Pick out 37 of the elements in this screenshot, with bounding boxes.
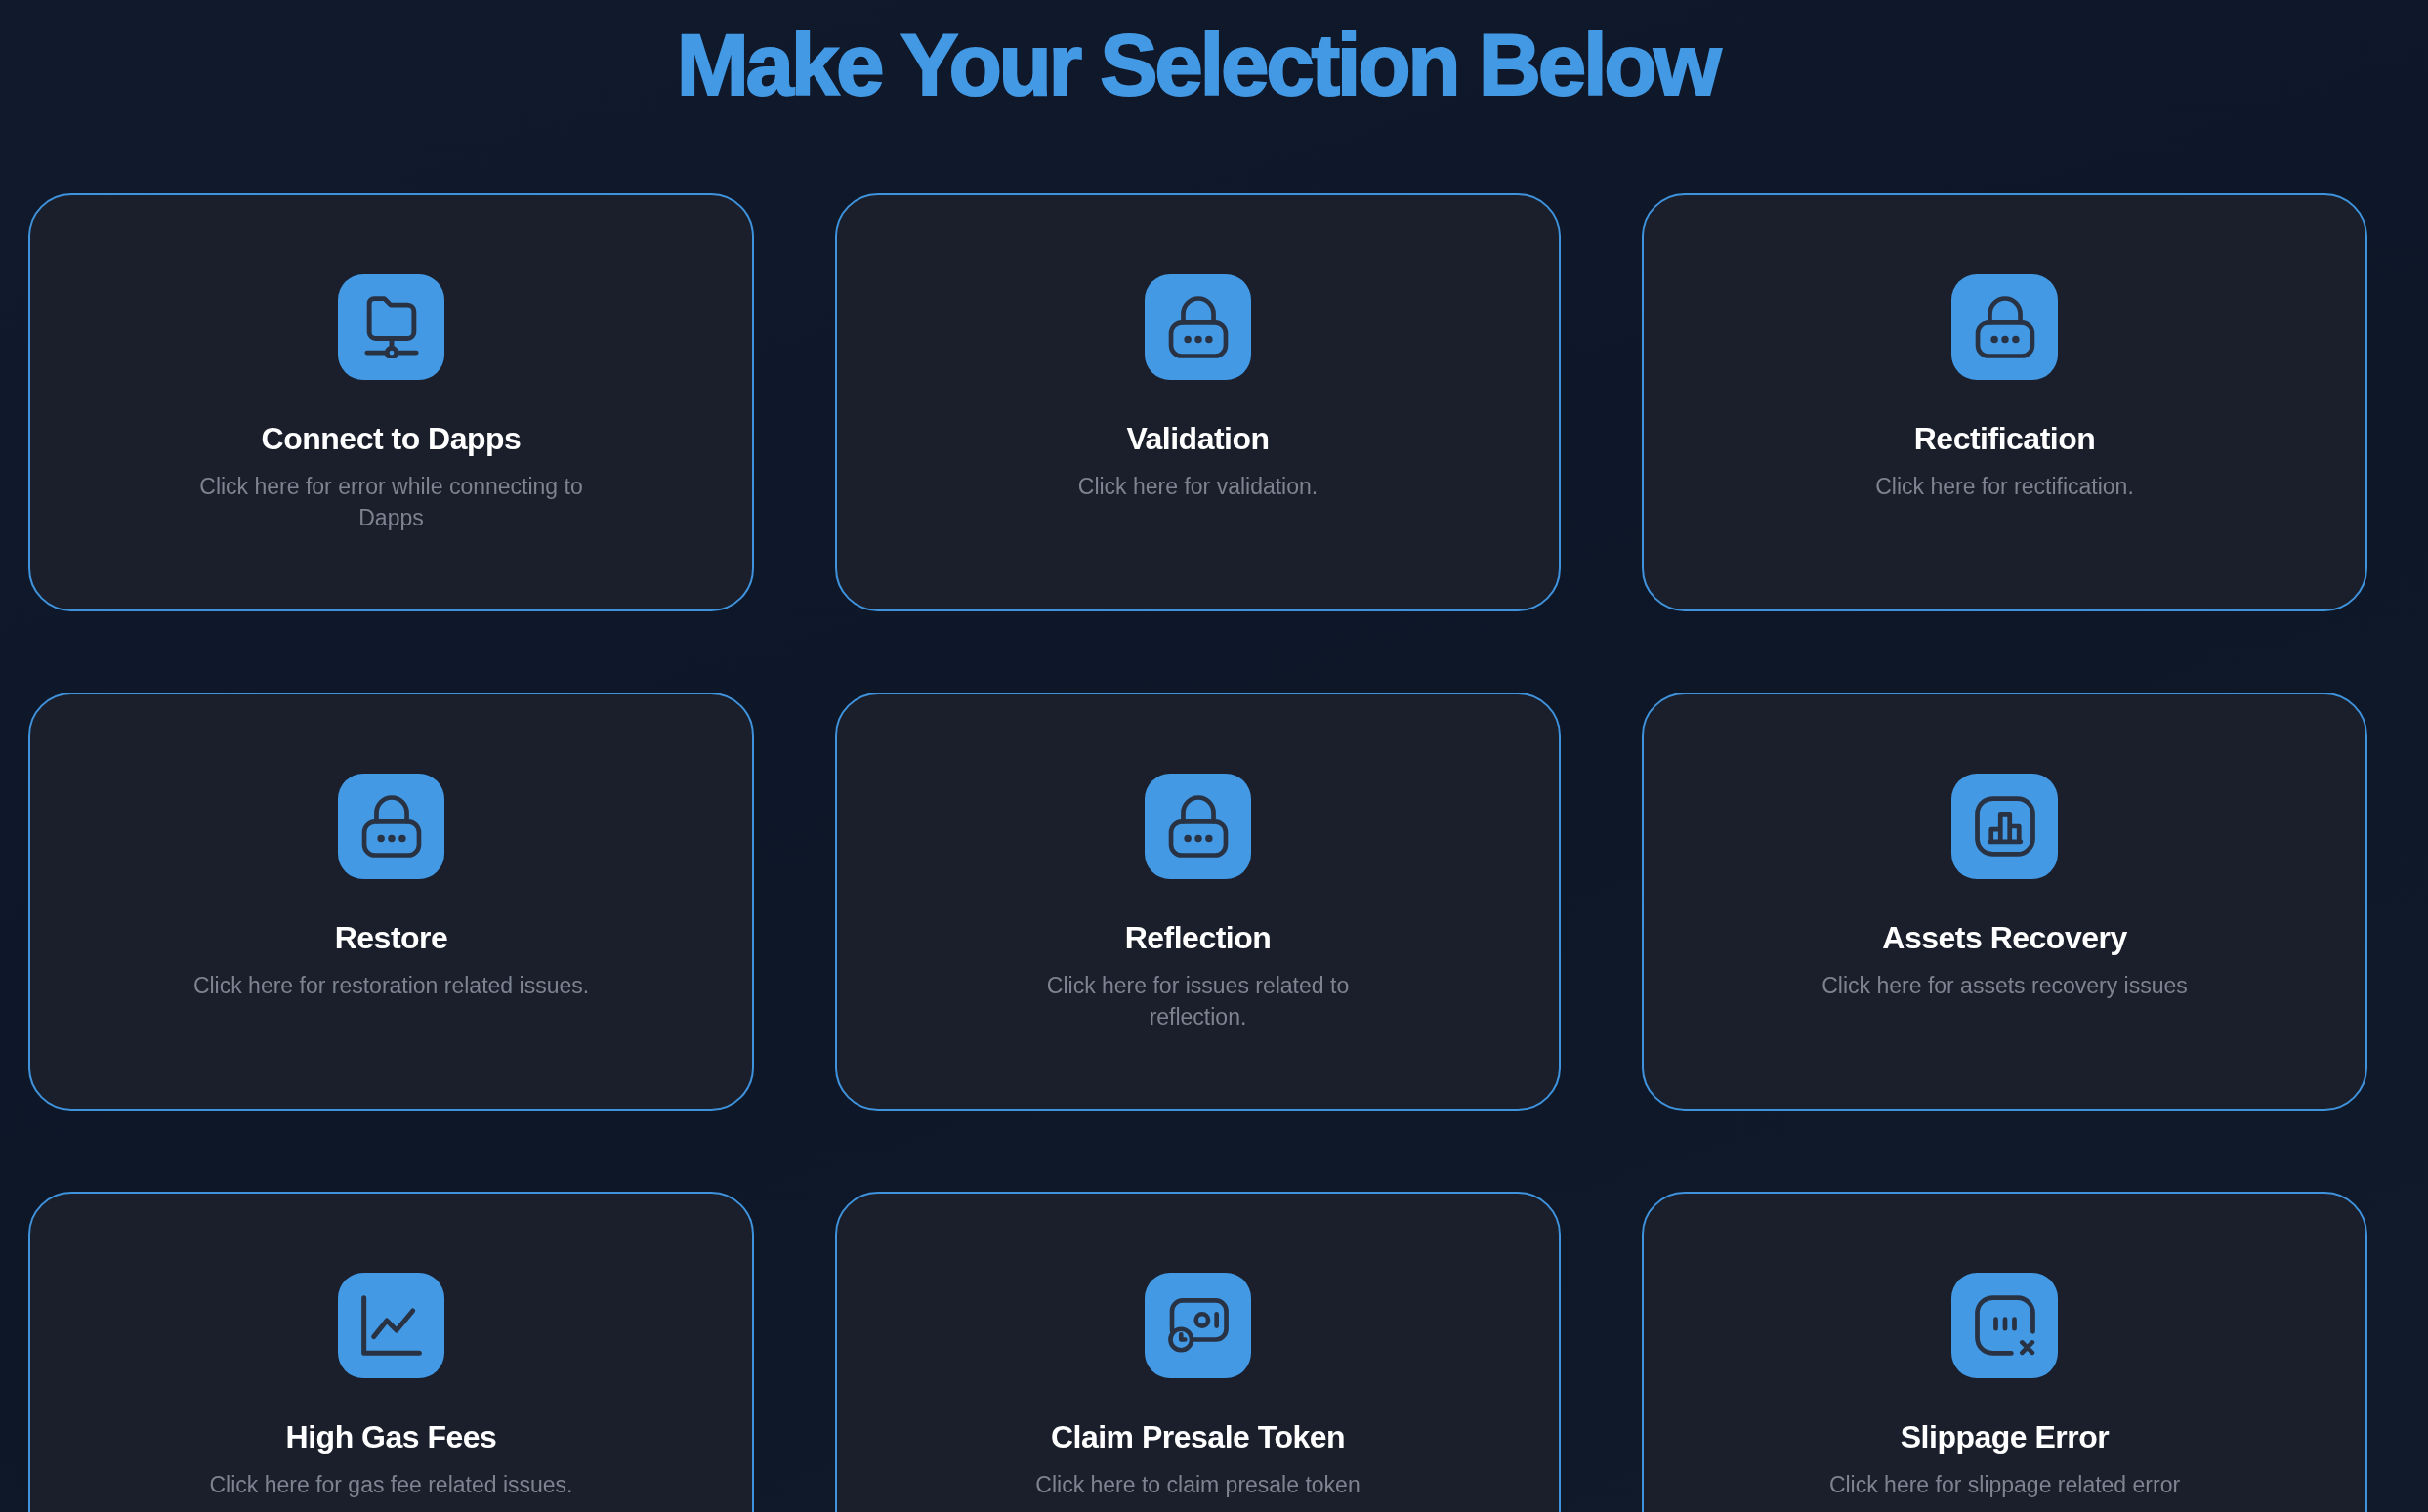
card-description: Click here for slippage related error xyxy=(1828,1471,2181,1499)
wallet-clock-icon xyxy=(1145,1273,1251,1378)
card-description: Click here for issues related to reflection. xyxy=(1045,972,1351,1031)
card-title: Assets Recovery xyxy=(1882,919,2127,957)
option-card[interactable]: Restore Click here for restoration related issues. xyxy=(28,693,754,1111)
card-title: High Gas Fees xyxy=(285,1418,497,1456)
card-title: Slippage Error xyxy=(1900,1418,2110,1456)
folder-network-icon xyxy=(338,274,444,380)
square-x-icon xyxy=(1951,1273,2058,1378)
option-card[interactable]: Slippage Error Click here for slippage related error xyxy=(1642,1192,2367,1512)
card-title: Validation xyxy=(1126,420,1270,458)
card-description: Click here for assets recovery issues xyxy=(1821,972,2188,1000)
option-card[interactable]: Reflection Click here for issues related to reflection. xyxy=(835,693,1561,1111)
card-description: Click here for validation. xyxy=(1077,473,1319,501)
bar-chart-icon xyxy=(1951,774,2058,879)
card-title: Reflection xyxy=(1124,919,1272,957)
padlock-icon xyxy=(1145,774,1251,879)
card-title: Restore xyxy=(334,919,448,957)
card-description: Click here for rectification. xyxy=(1875,473,2134,501)
page-title: Make Your Selection Below xyxy=(676,21,1719,108)
option-card[interactable]: Claim Presale Token Click here to claim presale token xyxy=(835,1192,1561,1512)
option-card[interactable]: High Gas Fees Click here for gas fee related issues. xyxy=(28,1192,754,1512)
padlock-icon xyxy=(338,774,444,879)
padlock-icon xyxy=(1951,274,2058,380)
option-card[interactable]: Rectification Click here for rectification. xyxy=(1642,193,2367,611)
card-description: Click here for error while connecting to Dapps xyxy=(198,473,584,532)
option-card[interactable]: Validation Click here for validation. xyxy=(835,193,1561,611)
card-title: Claim Presale Token xyxy=(1050,1418,1346,1456)
card-description: Click here to claim presale token xyxy=(1035,1471,1361,1499)
line-chart-icon xyxy=(338,1273,444,1378)
card-title: Rectification xyxy=(1913,420,2096,458)
card-description: Click here for gas fee related issues. xyxy=(209,1471,573,1499)
card-title: Connect to Dapps xyxy=(261,420,522,458)
padlock-icon xyxy=(1145,274,1251,380)
option-card[interactable]: Assets Recovery Click here for assets recovery issues xyxy=(1642,693,2367,1111)
card-description: Click here for restoration related issues. xyxy=(192,972,590,1000)
option-card[interactable]: Connect to Dapps Click here for error while connecting to Dapps xyxy=(28,193,754,611)
